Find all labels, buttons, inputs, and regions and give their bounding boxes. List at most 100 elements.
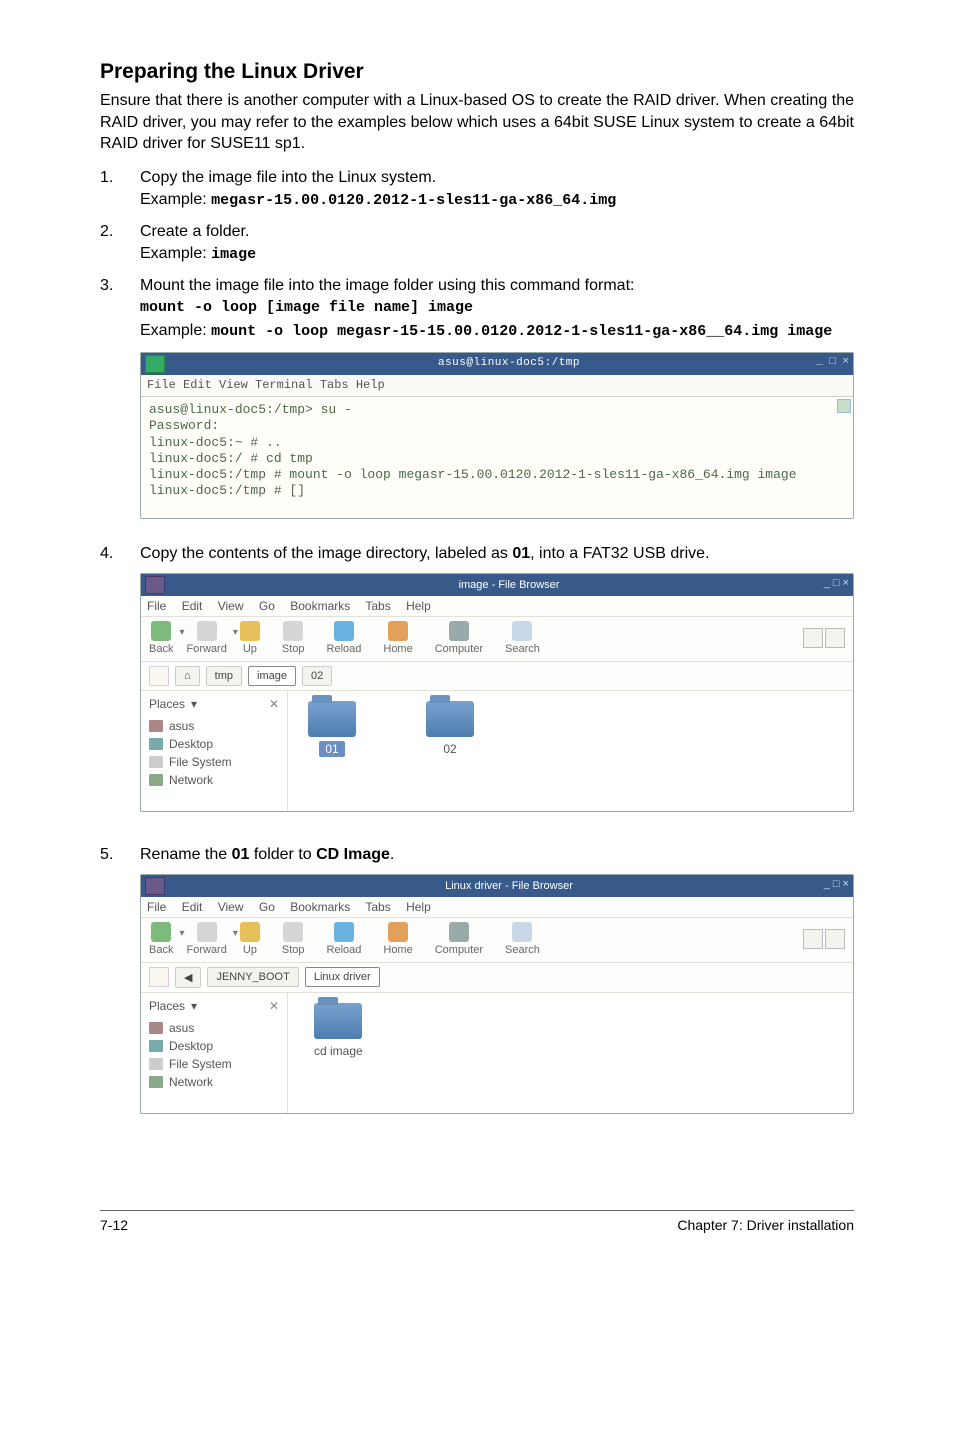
view-mode-icon[interactable]: [803, 929, 823, 949]
menu-help[interactable]: Help: [406, 900, 431, 914]
path-segment-current[interactable]: image: [248, 666, 296, 686]
menu-edit[interactable]: Edit: [182, 900, 203, 914]
computer-button[interactable]: Computer: [435, 621, 483, 655]
reload-button[interactable]: Reload: [327, 621, 362, 655]
reload-button[interactable]: Reload: [327, 922, 362, 956]
forward-button[interactable]: Forward: [187, 922, 227, 956]
filebrowser-app-icon: [145, 576, 165, 594]
back-button[interactable]: Back: [149, 621, 173, 655]
close-icon[interactable]: ✕: [269, 697, 279, 711]
step-text: Create a folder.: [140, 223, 854, 241]
reload-icon: [334, 621, 354, 641]
sidebar-item-asus[interactable]: asus: [149, 1019, 279, 1037]
dropdown-arrow-icon[interactable]: ▾: [233, 627, 238, 638]
folder-icon: [314, 1003, 362, 1039]
folder-item[interactable]: 01: [308, 701, 356, 801]
terminal-line: linux-doc5:/tmp # []: [149, 483, 845, 499]
edit-path-icon[interactable]: [149, 666, 169, 686]
dropdown-arrow-icon[interactable]: ▾: [179, 928, 184, 939]
stop-button[interactable]: Stop: [282, 621, 305, 655]
menu-edit[interactable]: Edit: [182, 599, 203, 613]
dropdown-arrow-icon[interactable]: ▾: [179, 627, 184, 638]
chevron-down-icon[interactable]: ▾: [191, 999, 197, 1013]
section-title: Preparing the Linux Driver: [100, 60, 854, 84]
path-segment[interactable]: JENNY_BOOT: [207, 967, 298, 987]
up-icon: [240, 621, 260, 641]
menu-bookmarks[interactable]: Bookmarks: [290, 900, 350, 914]
places-sidebar: Places ▾ ✕ asus Desktop File System Networ…: [141, 691, 288, 811]
terminal-app-icon: [145, 355, 165, 373]
search-button[interactable]: Search: [505, 621, 540, 655]
home-icon: [388, 621, 408, 641]
chevron-down-icon[interactable]: ▾: [191, 697, 197, 711]
sidebar-item-desktop[interactable]: Desktop: [149, 735, 279, 753]
filebrowser-toolbar: Back ▾ Forward ▾ Up Stop Reload Home Com…: [141, 617, 853, 662]
sidebar-item-filesystem[interactable]: File System: [149, 1055, 279, 1073]
menu-go[interactable]: Go: [259, 599, 275, 613]
menu-go[interactable]: Go: [259, 900, 275, 914]
menu-view[interactable]: View: [218, 599, 244, 613]
back-button[interactable]: Back: [149, 922, 173, 956]
folder-item[interactable]: 02: [426, 701, 474, 801]
terminal-line: asus@linux-doc5:/tmp> su -: [149, 402, 845, 418]
view-mode-icon[interactable]: [803, 628, 823, 648]
location-bar: ◀ JENNY_BOOT Linux driver: [141, 963, 853, 993]
terminal-body: asus@linux-doc5:/tmp> su - Password: lin…: [141, 397, 853, 518]
path-segment[interactable]: ◀: [175, 967, 201, 988]
dropdown-arrow-icon[interactable]: ▾: [233, 928, 238, 939]
desktop-icon: [149, 1040, 163, 1052]
path-segment[interactable]: tmp: [206, 666, 242, 686]
folder-item[interactable]: cd image: [308, 1003, 369, 1103]
forward-button[interactable]: Forward: [187, 621, 227, 655]
computer-icon: [449, 922, 469, 942]
folder-label: cd image: [308, 1043, 369, 1059]
menu-tabs[interactable]: Tabs: [365, 599, 390, 613]
close-icon[interactable]: ✕: [269, 999, 279, 1013]
sidebar-item-network[interactable]: Network: [149, 771, 279, 789]
window-controls: _ □ ×: [824, 577, 849, 589]
home-button[interactable]: Home: [383, 922, 412, 956]
search-button[interactable]: Search: [505, 922, 540, 956]
menu-view[interactable]: View: [218, 900, 244, 914]
sidebar-item-filesystem[interactable]: File System: [149, 753, 279, 771]
page-footer: 7-12 Chapter 7: Driver installation: [100, 1210, 854, 1233]
up-button[interactable]: Up: [240, 922, 260, 956]
home-button[interactable]: Home: [383, 621, 412, 655]
stop-icon: [283, 922, 303, 942]
terminal-menubar: File Edit View Terminal Tabs Help: [141, 375, 853, 397]
menu-help[interactable]: Help: [406, 599, 431, 613]
computer-button[interactable]: Computer: [435, 922, 483, 956]
stop-button[interactable]: Stop: [282, 922, 305, 956]
menu-bookmarks[interactable]: Bookmarks: [290, 599, 350, 613]
footer-chapter: Chapter 7: Driver installation: [677, 1217, 854, 1233]
folder-icon: [426, 701, 474, 737]
places-header: Places: [149, 697, 185, 711]
filebrowser-titlebar: image - File Browser _ □ ×: [141, 574, 853, 596]
path-segment[interactable]: ⌂: [175, 666, 200, 686]
footer-page-number: 7-12: [100, 1217, 128, 1233]
sidebar-item-network[interactable]: Network: [149, 1073, 279, 1091]
forward-icon: [197, 621, 217, 641]
view-mode-icon[interactable]: [825, 929, 845, 949]
menu-file[interactable]: File: [147, 599, 166, 613]
step-text: Copy the image file into the Linux syste…: [140, 169, 854, 187]
edit-path-icon[interactable]: [149, 967, 169, 987]
file-browser-screenshot: image - File Browser _ □ × File Edit Vie…: [140, 573, 854, 812]
path-segment-current[interactable]: Linux driver: [305, 967, 380, 987]
up-button[interactable]: Up: [240, 621, 260, 655]
desktop-icon: [149, 738, 163, 750]
filebrowser-title: image - File Browser: [165, 579, 853, 591]
path-segment[interactable]: 02: [302, 666, 332, 686]
back-icon: [151, 922, 171, 942]
sidebar-item-asus[interactable]: asus: [149, 717, 279, 735]
search-icon: [512, 621, 532, 641]
example-label: Example:: [140, 191, 211, 208]
menu-tabs[interactable]: Tabs: [365, 900, 390, 914]
step-number: 2.: [100, 223, 140, 269]
back-icon: [151, 621, 171, 641]
example-code: image: [211, 246, 256, 263]
sidebar-item-desktop[interactable]: Desktop: [149, 1037, 279, 1055]
view-mode-icon[interactable]: [825, 628, 845, 648]
example-code: megasr-15.00.0120.2012-1-sles11-ga-x86_6…: [211, 192, 616, 209]
menu-file[interactable]: File: [147, 900, 166, 914]
